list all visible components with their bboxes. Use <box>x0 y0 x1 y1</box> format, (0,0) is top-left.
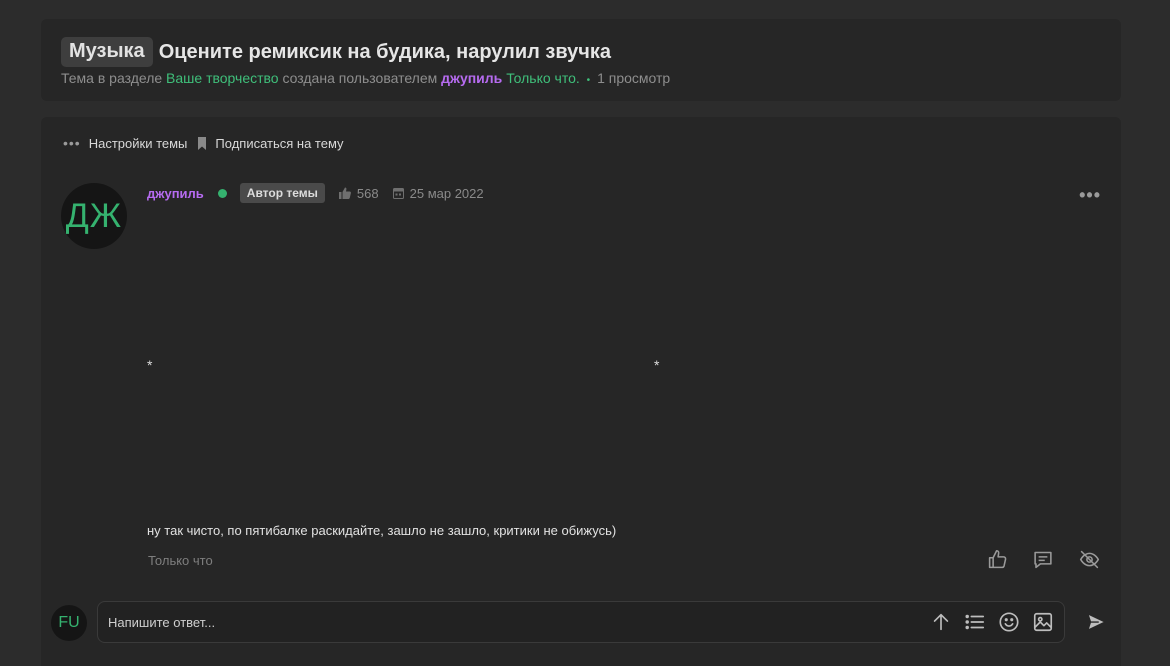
thread-meta: Тема в разделе Ваше творчество создана п… <box>61 70 670 86</box>
post-more-button[interactable]: ••• <box>1079 185 1101 206</box>
subscribe-thread-link[interactable]: Подписаться на тему <box>215 136 343 151</box>
reply-input[interactable] <box>108 612 908 632</box>
send-button[interactable] <box>1085 611 1107 633</box>
image-icon <box>1033 612 1053 632</box>
image-button[interactable] <box>1032 611 1054 633</box>
author-link[interactable]: джупиль <box>441 70 502 86</box>
reply-box <box>97 601 1065 643</box>
thread-actions: ••• Настройки темы Подписаться на тему <box>63 135 344 151</box>
more-dots-icon: ••• <box>63 135 81 151</box>
post-embed-marker: * <box>147 357 153 373</box>
meta-separator-dot: • <box>586 75 591 86</box>
reply-composer: FU <box>51 601 1111 645</box>
smiley-icon <box>999 612 1019 632</box>
arrow-up-icon <box>933 613 949 631</box>
post-header: джупиль Автор темы 568 25 мар 2022 <box>147 183 484 203</box>
likes-count: 568 <box>338 185 379 201</box>
title-row: Музыка Оцените ремиксик на будика, нарул… <box>61 37 611 67</box>
thread-prefix-badge[interactable]: Музыка <box>61 37 153 67</box>
calendar-icon <box>392 187 410 199</box>
likes-value: 568 <box>356 185 379 201</box>
send-icon <box>1087 613 1106 631</box>
list-button[interactable] <box>964 611 986 633</box>
list-icon <box>965 614 985 630</box>
thumbs-up-icon <box>338 187 357 199</box>
post-card: ••• Настройки темы Подписаться на тему Д… <box>41 117 1121 666</box>
meta-created-by: создана пользователем <box>282 70 438 86</box>
post-date-value: 25 мар 2022 <box>409 185 484 201</box>
eye-off-icon <box>1079 550 1100 569</box>
section-link[interactable]: Ваше творчество <box>166 70 279 86</box>
current-user-avatar[interactable]: FU <box>51 605 87 641</box>
author-avatar[interactable]: ДЖ <box>61 183 127 249</box>
hide-post-button[interactable] <box>1078 549 1101 570</box>
post-body-text: ну так чисто, по пятибалке раскидайте, з… <box>147 523 617 538</box>
post-time: Только что <box>148 553 213 568</box>
reply-comment-button[interactable] <box>1032 549 1054 570</box>
thumbs-up-icon <box>988 549 1007 569</box>
bookmark-icon <box>197 136 207 150</box>
meta-lead: Тема в разделе <box>61 70 163 86</box>
thread-title: Оцените ремиксик на будика, нарулил звуч… <box>158 40 612 63</box>
online-status-dot <box>217 188 227 198</box>
meta-views: 1 просмотр <box>597 70 671 86</box>
upload-button[interactable] <box>930 611 952 633</box>
post-embed-marker: * <box>654 357 660 373</box>
editor-toolbar <box>930 611 1054 633</box>
thread-settings-link[interactable]: Настройки темы <box>89 136 188 151</box>
comment-icon <box>1034 551 1052 569</box>
post-date: 25 мар 2022 <box>392 185 484 201</box>
meta-time: Только что. <box>506 70 580 86</box>
emoji-button[interactable] <box>998 611 1020 633</box>
thread-header: Музыка Оцените ремиксик на будика, нарул… <box>41 19 1121 101</box>
post-author-name[interactable]: джупиль <box>147 186 204 201</box>
author-badge: Автор темы <box>239 183 325 203</box>
post-action-icons <box>987 549 1101 570</box>
like-button[interactable] <box>987 549 1008 570</box>
